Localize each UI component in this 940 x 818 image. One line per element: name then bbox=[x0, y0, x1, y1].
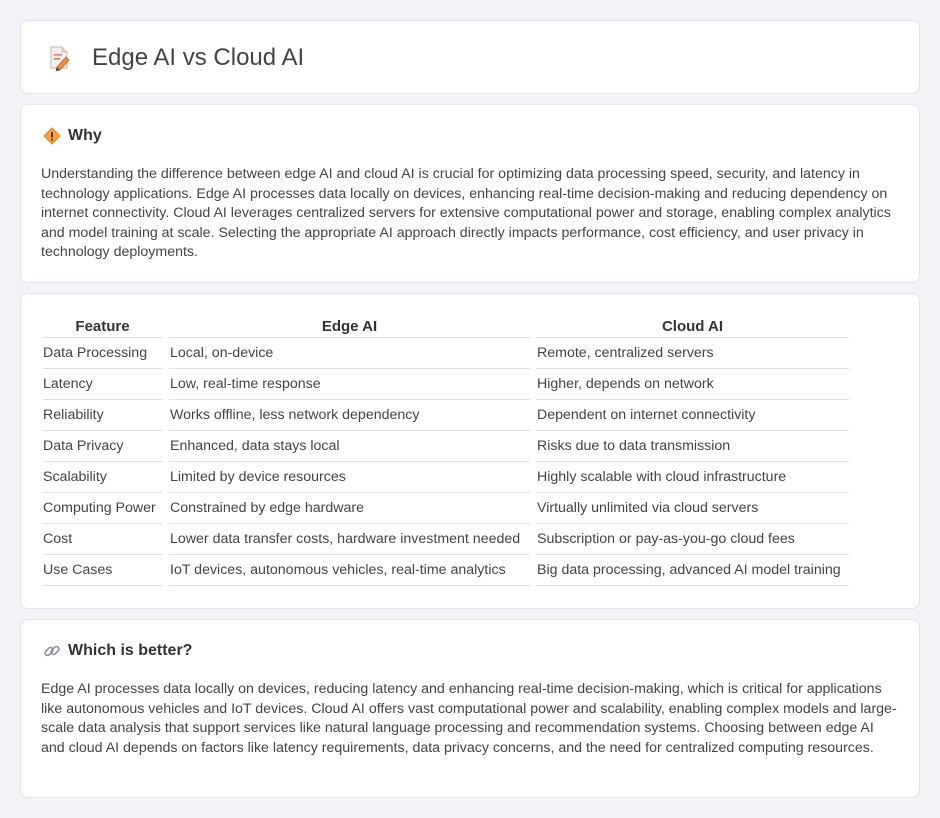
why-title: Why bbox=[68, 127, 102, 144]
title-card: Edge AI vs Cloud AI bbox=[20, 20, 920, 94]
cell-cloud-ai: Higher, depends on network bbox=[536, 369, 849, 400]
comparison-table: Feature Edge AI Cloud AI Data Processing… bbox=[36, 316, 855, 586]
document-pencil-icon bbox=[48, 45, 70, 72]
cell-edge-ai: Local, on-device bbox=[169, 338, 530, 369]
table-row: Reliability Works offline, less network … bbox=[42, 400, 849, 431]
table-row: Scalability Limited by device resources … bbox=[42, 462, 849, 493]
which-better-card: Which is better? Edge AI processes data … bbox=[20, 619, 920, 798]
table-header-row: Feature Edge AI Cloud AI bbox=[42, 316, 849, 338]
cell-feature: Cost bbox=[42, 524, 163, 555]
table-row: Cost Lower data transfer costs, hardware… bbox=[42, 524, 849, 555]
comparison-card: Feature Edge AI Cloud AI Data Processing… bbox=[20, 293, 920, 609]
header-feature: Feature bbox=[42, 316, 163, 338]
cell-feature: Computing Power bbox=[42, 493, 163, 524]
table-row: Data Processing Local, on-device Remote,… bbox=[42, 338, 849, 369]
page-title: Edge AI vs Cloud AI bbox=[92, 44, 305, 71]
link-icon bbox=[43, 642, 61, 660]
cell-cloud-ai: Virtually unlimited via cloud servers bbox=[536, 493, 849, 524]
table-row: Data Privacy Enhanced, data stays local … bbox=[42, 431, 849, 462]
cell-cloud-ai: Highly scalable with cloud infrastructur… bbox=[536, 462, 849, 493]
cell-feature: Data Processing bbox=[42, 338, 163, 369]
why-heading: Why bbox=[43, 127, 102, 145]
header-edge-ai: Edge AI bbox=[169, 316, 530, 338]
cell-cloud-ai: Big data processing, advanced AI model t… bbox=[536, 555, 849, 586]
title-row: Edge AI vs Cloud AI bbox=[48, 44, 304, 72]
cell-cloud-ai: Subscription or pay-as-you-go cloud fees bbox=[536, 524, 849, 555]
which-better-title: Which is better? bbox=[68, 642, 193, 659]
cell-feature: Data Privacy bbox=[42, 431, 163, 462]
table-row: Use Cases IoT devices, autonomous vehicl… bbox=[42, 555, 849, 586]
cell-edge-ai: Constrained by edge hardware bbox=[169, 493, 530, 524]
cell-cloud-ai: Remote, centralized servers bbox=[536, 338, 849, 369]
which-better-heading: Which is better? bbox=[43, 642, 192, 660]
why-card: Why Understanding the difference between… bbox=[20, 104, 920, 283]
which-better-body: Edge AI processes data locally on device… bbox=[41, 681, 897, 756]
cell-cloud-ai: Dependent on internet connectivity bbox=[536, 400, 849, 431]
cell-feature: Use Cases bbox=[42, 555, 163, 586]
cell-feature: Scalability bbox=[42, 462, 163, 493]
cell-edge-ai: Limited by device resources bbox=[169, 462, 530, 493]
cell-feature: Latency bbox=[42, 369, 163, 400]
cell-edge-ai: Enhanced, data stays local bbox=[169, 431, 530, 462]
table-row: Computing Power Constrained by edge hard… bbox=[42, 493, 849, 524]
cell-edge-ai: Works offline, less network dependency bbox=[169, 400, 530, 431]
warning-diamond-icon bbox=[43, 127, 61, 145]
cell-edge-ai: Low, real-time response bbox=[169, 369, 530, 400]
cell-edge-ai: IoT devices, autonomous vehicles, real-t… bbox=[169, 555, 530, 586]
why-body: Understanding the difference between edg… bbox=[41, 166, 891, 261]
cell-feature: Reliability bbox=[42, 400, 163, 431]
table-row: Latency Low, real-time response Higher, … bbox=[42, 369, 849, 400]
cell-cloud-ai: Risks due to data transmission bbox=[536, 431, 849, 462]
header-cloud-ai: Cloud AI bbox=[536, 316, 849, 338]
cell-edge-ai: Lower data transfer costs, hardware inve… bbox=[169, 524, 530, 555]
